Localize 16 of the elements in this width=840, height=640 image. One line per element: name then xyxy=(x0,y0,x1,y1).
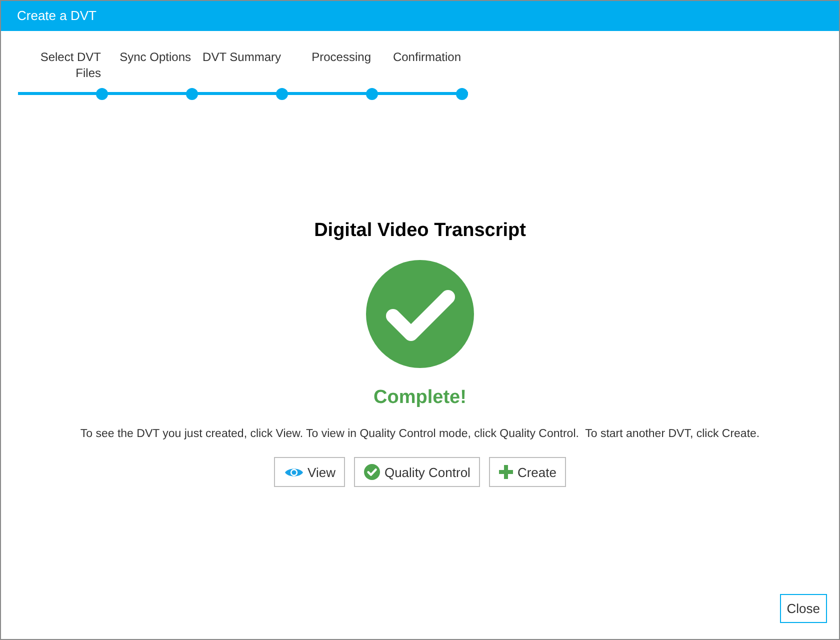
window-title: Create a DVT xyxy=(17,7,96,26)
close-button[interactable]: Close xyxy=(780,594,827,623)
plus-icon xyxy=(499,465,514,480)
instruction-text: To see the DVT you just created, click View. To view in Quality Control mode, click Quality Control. To start another DVT, click Create. xyxy=(80,427,760,442)
status-text: Complete! xyxy=(374,386,466,410)
action-button[interactable]: View xyxy=(274,457,346,488)
step-label: Processing xyxy=(310,49,371,66)
action-button[interactable]: Create xyxy=(489,457,566,488)
action-button[interactable]: Quality Control xyxy=(354,457,480,488)
step-label: Confirmation xyxy=(392,49,461,66)
step-label: DVT Summary xyxy=(202,49,281,66)
step-label: Sync Options xyxy=(118,49,191,66)
check-circle-icon xyxy=(364,464,380,480)
check-circle-icon xyxy=(366,260,474,368)
result-heading: Digital Video Transcript xyxy=(314,219,526,243)
step-label: Select DVT Files xyxy=(39,49,101,82)
